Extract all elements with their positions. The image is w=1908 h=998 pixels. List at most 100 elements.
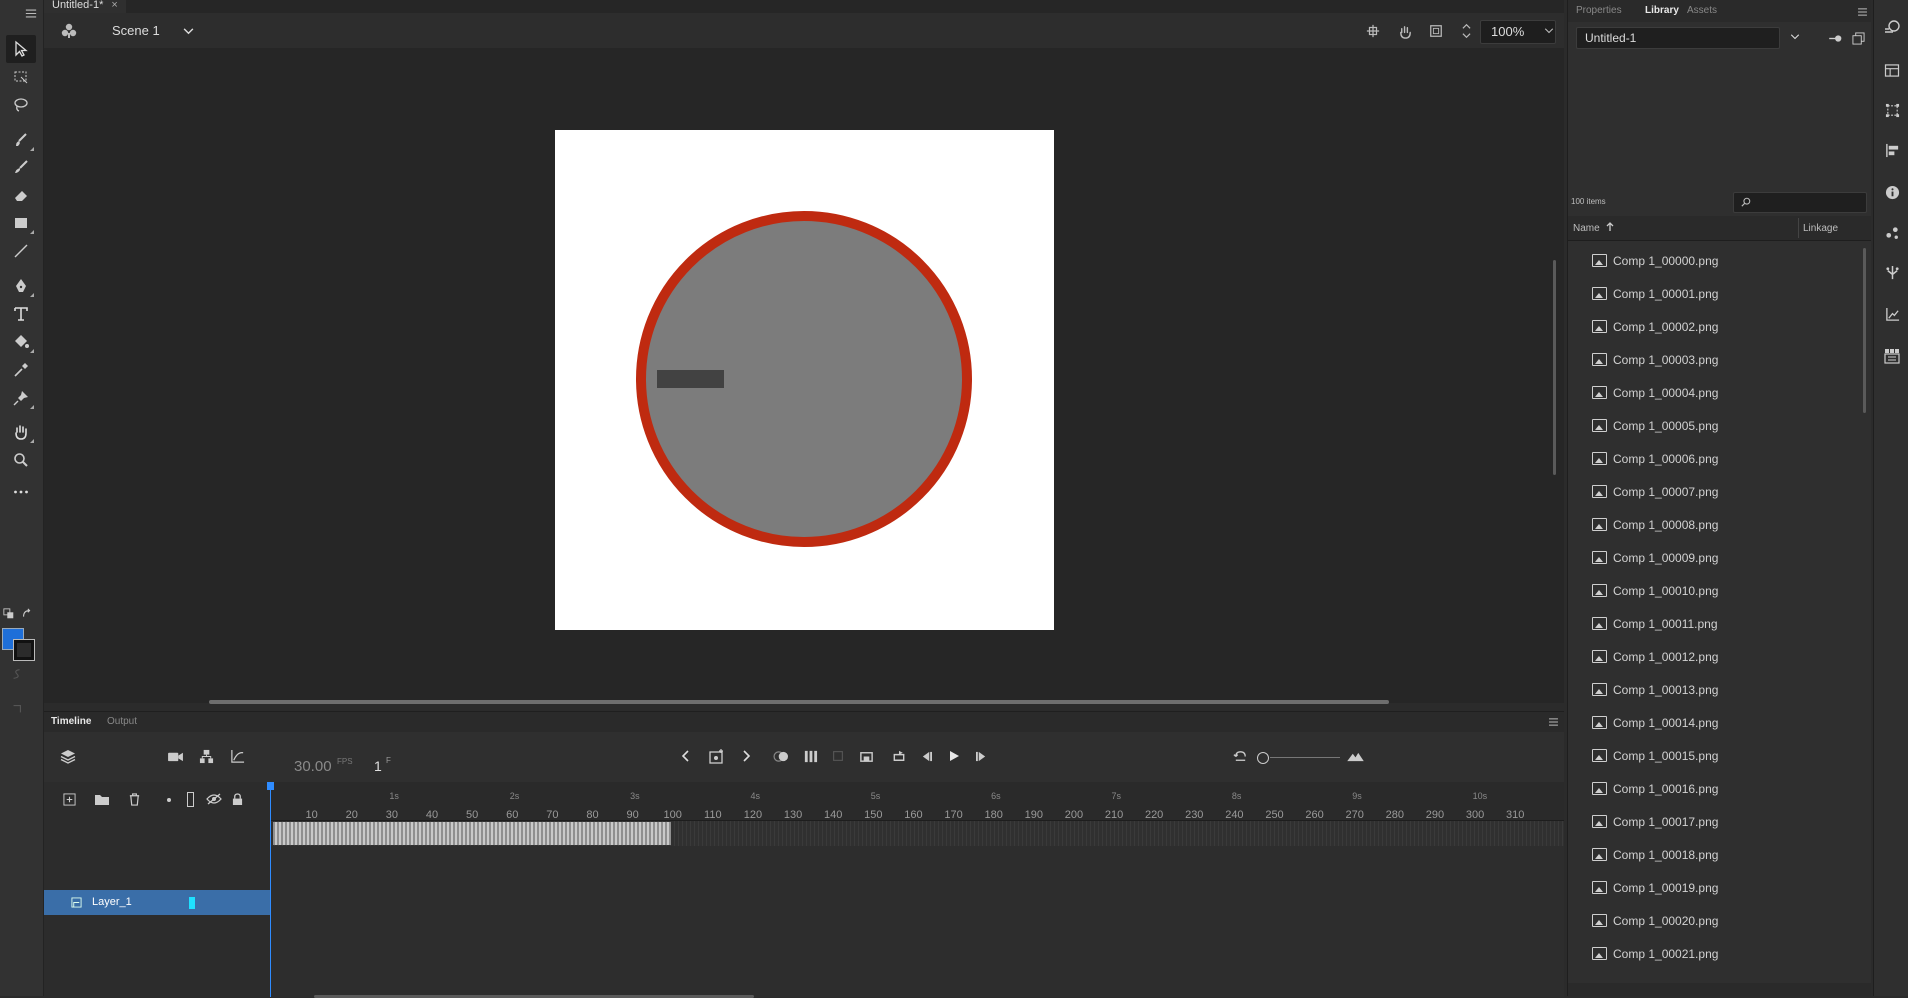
code-snippets-icon[interactable] <box>1882 262 1902 282</box>
delete-layer-icon[interactable] <box>126 791 142 807</box>
library-item[interactable]: Comp 1_00004.png <box>1568 377 1860 410</box>
eyedropper-tool-icon[interactable] <box>6 356 36 384</box>
fps-value[interactable]: 30.00 <box>294 758 332 775</box>
layer-name[interactable]: Layer_1 <box>92 896 132 908</box>
zoom-tool-icon[interactable] <box>6 446 36 474</box>
library-item[interactable]: Comp 1_00017.png <box>1568 806 1860 839</box>
library-item[interactable]: Comp 1_00013.png <box>1568 674 1860 707</box>
info-icon[interactable] <box>1882 182 1902 202</box>
lock-layers-icon[interactable] <box>230 791 244 807</box>
motion-presets-icon[interactable] <box>1882 18 1902 38</box>
new-layer-icon[interactable] <box>61 791 77 807</box>
outline-toggle-icon[interactable] <box>187 792 194 807</box>
library-item[interactable]: Comp 1_00006.png <box>1568 443 1860 476</box>
library-document-select[interactable]: Untitled-1 <box>1576 27 1780 49</box>
swap-colors-icon[interactable] <box>20 607 34 621</box>
library-item[interactable]: Comp 1_00010.png <box>1568 575 1860 608</box>
new-folder-icon[interactable] <box>93 791 111 807</box>
camera-icon[interactable] <box>165 746 185 766</box>
library-item[interactable]: Comp 1_00016.png <box>1568 773 1860 806</box>
library-item[interactable]: Comp 1_00018.png <box>1568 839 1860 872</box>
library-item[interactable]: Comp 1_00003.png <box>1568 344 1860 377</box>
library-item[interactable]: Comp 1_00005.png <box>1568 410 1860 443</box>
text-tool-icon[interactable] <box>6 300 36 328</box>
playhead-handle[interactable] <box>267 782 274 790</box>
library-menu-icon[interactable] <box>1855 6 1869 18</box>
zoom-stepper-icon[interactable] <box>1459 19 1473 43</box>
library-vertical-scrollbar[interactable] <box>1863 248 1866 413</box>
line-tool-icon[interactable] <box>6 237 36 265</box>
column-linkage[interactable]: Linkage <box>1803 223 1838 234</box>
hide-layers-eye-icon[interactable] <box>205 791 223 807</box>
step-back-icon[interactable] <box>917 746 935 766</box>
column-divider[interactable] <box>1798 218 1799 238</box>
scene-dropdown-chevron-icon[interactable] <box>179 22 197 40</box>
layer-parenting-icon[interactable] <box>196 746 216 766</box>
eraser-tool-icon[interactable] <box>6 181 36 209</box>
loop-playback-icon[interactable] <box>856 746 876 766</box>
swatches-panel-icon[interactable] <box>1882 346 1902 366</box>
library-item[interactable]: Comp 1_00011.png <box>1568 608 1860 641</box>
keyframe-span[interactable] <box>273 822 671 845</box>
panel-menu-icon[interactable] <box>20 4 42 22</box>
library-item[interactable]: Comp 1_00000.png <box>1568 245 1860 278</box>
pin-tool-icon[interactable] <box>6 384 36 412</box>
timeline-menu-icon[interactable] <box>1546 716 1560 728</box>
graph-icon[interactable] <box>227 746 247 766</box>
timeline-scale-slider-handle[interactable] <box>1257 752 1269 764</box>
highlight-layers-dot[interactable] <box>167 798 171 802</box>
stage-vertical-scrollbar[interactable] <box>1553 260 1556 475</box>
center-stage-icon[interactable] <box>1364 22 1382 40</box>
fluid-brush-tool-icon[interactable] <box>6 126 36 154</box>
column-name[interactable]: Name <box>1573 223 1600 234</box>
tab-output[interactable]: Output <box>107 716 137 727</box>
library-select-chevron-icon[interactable] <box>1788 29 1802 45</box>
step-forward-icon[interactable] <box>972 746 990 766</box>
library-item[interactable]: Comp 1_00021.png <box>1568 938 1860 971</box>
library-item[interactable]: Comp 1_00001.png <box>1568 278 1860 311</box>
insert-keyframe-icon[interactable] <box>707 745 727 767</box>
sort-ascending-icon[interactable] <box>1605 221 1615 233</box>
library-item[interactable]: Comp 1_00002.png <box>1568 311 1860 344</box>
timeline-scale-mountain-icon[interactable] <box>1344 746 1366 766</box>
rectangle-tool-icon[interactable] <box>6 209 36 237</box>
selection-tool-icon[interactable] <box>6 35 36 63</box>
play-icon[interactable] <box>945 746 963 766</box>
new-library-panel-icon[interactable] <box>1849 29 1867 47</box>
library-item[interactable]: Comp 1_00008.png <box>1568 509 1860 542</box>
pin-library-icon[interactable] <box>1826 30 1844 46</box>
stage-horizontal-scrollbar[interactable] <box>209 700 1389 704</box>
scene-label[interactable]: Scene 1 <box>112 23 160 38</box>
loop-icon[interactable] <box>889 746 909 766</box>
paint-brush-tool-icon[interactable] <box>6 153 36 181</box>
more-tools-icon[interactable] <box>6 478 36 506</box>
document-tab-close-icon[interactable]: × <box>111 0 117 13</box>
tab-library[interactable]: Library <box>1645 5 1679 16</box>
hand-tool-icon[interactable] <box>6 418 36 446</box>
free-transform-tool-icon[interactable] <box>6 63 36 91</box>
edit-multiple-frames-icon[interactable] <box>800 746 820 766</box>
previous-keyframe-chevron-icon[interactable] <box>676 746 694 766</box>
next-keyframe-chevron-icon[interactable] <box>738 746 756 766</box>
frame-picker-icon[interactable] <box>1882 60 1902 80</box>
lasso-tool-icon[interactable] <box>6 91 36 119</box>
reset-timeline-scale-icon[interactable] <box>1230 746 1250 766</box>
library-item[interactable]: Comp 1_00019.png <box>1568 872 1860 905</box>
edit-scene-icon[interactable] <box>59 21 79 41</box>
stage[interactable] <box>555 130 1054 630</box>
layers-icon[interactable] <box>58 746 78 766</box>
library-item[interactable]: Comp 1_00015.png <box>1568 740 1860 773</box>
default-colors-icon[interactable] <box>2 607 16 621</box>
frames-area[interactable]: 1s 2s 3s 4s 5s 6s 7s 8s 9s 10s 10 20 30 40 50 60 70 80 90 1… <box>271 782 1564 997</box>
clip-content-icon[interactable] <box>1427 22 1445 40</box>
zoom-dropdown-chevron-icon[interactable] <box>1541 22 1557 40</box>
tab-assets[interactable]: Assets <box>1687 5 1717 16</box>
current-frame-value[interactable]: 1 <box>374 758 382 774</box>
layer-row[interactable]: Layer_1 <box>44 890 270 915</box>
stroke-color-swatch[interactable] <box>14 640 34 660</box>
library-item[interactable]: Comp 1_00012.png <box>1568 641 1860 674</box>
paint-bucket-tool-icon[interactable] <box>6 328 36 356</box>
tab-timeline[interactable]: Timeline <box>51 716 91 727</box>
library-search-input[interactable] <box>1733 192 1867 213</box>
library-item[interactable]: Comp 1_00009.png <box>1568 542 1860 575</box>
